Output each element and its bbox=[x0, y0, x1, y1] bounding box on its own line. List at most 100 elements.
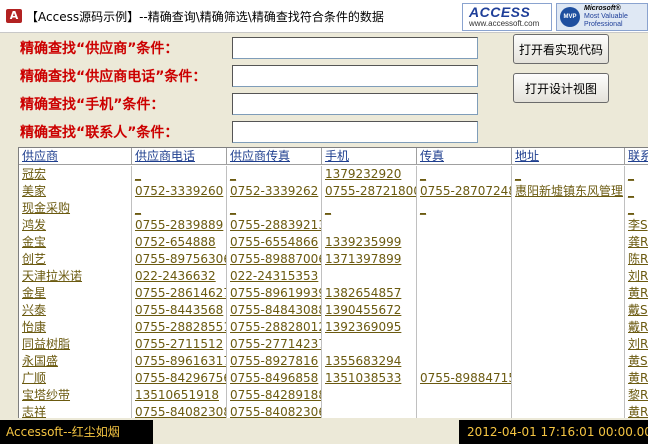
table-row[interactable]: 宝塔纱带 13510651918 0755-84289188 黎R bbox=[19, 387, 648, 404]
table-row[interactable]: 怡康 0755-28828551 0755-28828012 1392369095 戴R bbox=[19, 319, 648, 336]
cell-mobile[interactable] bbox=[322, 387, 417, 404]
cell-address[interactable] bbox=[512, 268, 625, 285]
table-row[interactable]: 创艺 0755-89756306 0755-89887006 1371397899 陈R bbox=[19, 251, 648, 268]
cell-address[interactable] bbox=[512, 353, 625, 370]
table-row[interactable]: 美家 0752-3339260 0752-3339262 0755-28721800 0… bbox=[19, 183, 648, 200]
cell-address[interactable] bbox=[512, 336, 625, 353]
cell-phone[interactable]: 0755-2711512 bbox=[132, 336, 227, 353]
cell-contact[interactable]: 戴S bbox=[625, 302, 648, 319]
cell-supplier[interactable]: 天津拉米诺 bbox=[19, 268, 132, 285]
cell-phone[interactable]: 0755-84296756 bbox=[132, 370, 227, 387]
cell-contact[interactable]: 戴R bbox=[625, 319, 648, 336]
cell-address[interactable] bbox=[512, 302, 625, 319]
cell-supplier[interactable]: 现金采购 bbox=[19, 200, 132, 217]
cell-mobile[interactable] bbox=[322, 404, 417, 418]
cell-mobile[interactable]: 0755-28721800 bbox=[322, 183, 417, 200]
cell-supplier[interactable]: 广顺 bbox=[19, 370, 132, 387]
cell-contact[interactable]: 刘R bbox=[625, 336, 648, 353]
col-header-fax[interactable]: 供应商传真 bbox=[227, 148, 322, 165]
cell-supplier[interactable]: 金星 bbox=[19, 285, 132, 302]
cell-contact[interactable]: 李S bbox=[625, 217, 648, 234]
cell-fax[interactable]: 0755-28839213 bbox=[227, 217, 322, 234]
cell-address[interactable] bbox=[512, 387, 625, 404]
cell-contact[interactable]: _ bbox=[625, 166, 648, 183]
filter-phone-input[interactable] bbox=[232, 65, 478, 87]
cell-phone[interactable]: 0755-8443568 bbox=[132, 302, 227, 319]
cell-contact[interactable]: 黄R bbox=[625, 285, 648, 302]
view-code-button[interactable]: 打开看实现代码 bbox=[513, 34, 609, 64]
cell-supplier[interactable]: 鸿发 bbox=[19, 217, 132, 234]
cell-mobile[interactable]: 1339235999 bbox=[322, 234, 417, 251]
filter-supplier-input[interactable] bbox=[232, 37, 478, 59]
cell-supplier[interactable]: 兴泰 bbox=[19, 302, 132, 319]
cell-address[interactable] bbox=[512, 217, 625, 234]
cell-phone[interactable]: 0755-2839889 bbox=[132, 217, 227, 234]
cell-fax[interactable]: 0755-84289188 bbox=[227, 387, 322, 404]
cell-fax2[interactable] bbox=[417, 234, 512, 251]
cell-fax2[interactable]: 0755-28707248 bbox=[417, 183, 512, 200]
col-header-supplier[interactable]: 供应商 bbox=[19, 148, 132, 165]
design-view-button[interactable]: 打开设计视图 bbox=[513, 73, 609, 103]
table-row[interactable]: 金星 0755-28614627 0755-89619939 1382654857 黄R bbox=[19, 285, 648, 302]
cell-supplier[interactable]: 金宝 bbox=[19, 234, 132, 251]
cell-fax2[interactable] bbox=[417, 353, 512, 370]
cell-mobile[interactable]: 1392369095 bbox=[322, 319, 417, 336]
cell-fax2[interactable]: 0755-89884715 bbox=[417, 370, 512, 387]
cell-supplier[interactable]: 永国盛 bbox=[19, 353, 132, 370]
table-row[interactable]: 天津拉米诺 022-2436632 022-24315353 刘R bbox=[19, 268, 648, 285]
cell-mobile[interactable]: 1351038533 bbox=[322, 370, 417, 387]
cell-fax2[interactable] bbox=[417, 336, 512, 353]
cell-supplier[interactable]: 美家 bbox=[19, 183, 132, 200]
cell-address[interactable] bbox=[512, 370, 625, 387]
table-row[interactable]: 志祥 0755-84082308 0755-84082306 黄R bbox=[19, 404, 648, 418]
cell-phone[interactable]: 0755-28828551 bbox=[132, 319, 227, 336]
cell-phone[interactable]: 022-2436632 bbox=[132, 268, 227, 285]
cell-fax[interactable]: 0755-8496858 bbox=[227, 370, 322, 387]
filter-contact-input[interactable] bbox=[232, 121, 478, 143]
cell-supplier[interactable]: 创艺 bbox=[19, 251, 132, 268]
cell-fax2[interactable] bbox=[417, 268, 512, 285]
table-row[interactable]: 鸿发 0755-2839889 0755-28839213 李S bbox=[19, 217, 648, 234]
table-row[interactable]: 广顺 0755-84296756 0755-8496858 1351038533 075… bbox=[19, 370, 648, 387]
cell-contact[interactable]: 黄R bbox=[625, 404, 648, 418]
cell-contact[interactable]: 刘R bbox=[625, 268, 648, 285]
table-row[interactable]: 现金采购 _ _ _ _ _ bbox=[19, 200, 648, 217]
cell-address[interactable] bbox=[512, 285, 625, 302]
cell-fax[interactable]: 022-24315353 bbox=[227, 268, 322, 285]
cell-mobile[interactable]: 1390455672 bbox=[322, 302, 417, 319]
cell-address[interactable] bbox=[512, 319, 625, 336]
cell-address[interactable] bbox=[512, 234, 625, 251]
cell-contact[interactable]: _ bbox=[625, 200, 648, 217]
table-row[interactable]: 冠宏 _ _ 1379232920 _ _ _ bbox=[19, 166, 648, 183]
cell-fax[interactable]: 0755-8927816 bbox=[227, 353, 322, 370]
cell-fax[interactable]: 0755-89887006 bbox=[227, 251, 322, 268]
cell-address[interactable]: 惠阳新墟镇东风管理 bbox=[512, 183, 625, 200]
cell-phone[interactable]: 0752-654888 bbox=[132, 234, 227, 251]
cell-fax[interactable]: _ bbox=[227, 200, 322, 217]
cell-phone[interactable]: 0755-89756306 bbox=[132, 251, 227, 268]
cell-phone[interactable]: 0755-89616317 bbox=[132, 353, 227, 370]
cell-contact[interactable]: _ bbox=[625, 183, 648, 200]
cell-fax[interactable]: 0755-28828012 bbox=[227, 319, 322, 336]
supplier-grid[interactable]: 供应商供应商电话供应商传真手机传真地址联系 冠宏__1379232920___美… bbox=[18, 147, 648, 418]
table-row[interactable]: 永国盛 0755-89616317 0755-8927816 1355683294 黄S bbox=[19, 353, 648, 370]
cell-mobile[interactable]: 1379232920 bbox=[322, 166, 417, 183]
cell-phone[interactable]: 0755-28614627 bbox=[132, 285, 227, 302]
cell-fax[interactable]: 0755-84843088 bbox=[227, 302, 322, 319]
cell-supplier[interactable]: 怡康 bbox=[19, 319, 132, 336]
col-header-mobile[interactable]: 手机 bbox=[322, 148, 417, 165]
cell-mobile[interactable]: 1371397899 bbox=[322, 251, 417, 268]
cell-phone[interactable]: 0755-84082308 bbox=[132, 404, 227, 418]
cell-supplier[interactable]: 冠宏 bbox=[19, 166, 132, 183]
col-header-fax2[interactable]: 传真 bbox=[417, 148, 512, 165]
cell-fax[interactable]: 0752-3339262 bbox=[227, 183, 322, 200]
cell-phone[interactable]: _ bbox=[132, 200, 227, 217]
cell-mobile[interactable] bbox=[322, 268, 417, 285]
cell-fax2[interactable]: _ bbox=[417, 200, 512, 217]
cell-phone[interactable]: _ bbox=[132, 166, 227, 183]
cell-phone[interactable]: 0752-3339260 bbox=[132, 183, 227, 200]
cell-supplier[interactable]: 同益树脂 bbox=[19, 336, 132, 353]
cell-fax2[interactable] bbox=[417, 302, 512, 319]
cell-contact[interactable]: 黎R bbox=[625, 387, 648, 404]
cell-contact[interactable]: 黄R bbox=[625, 370, 648, 387]
